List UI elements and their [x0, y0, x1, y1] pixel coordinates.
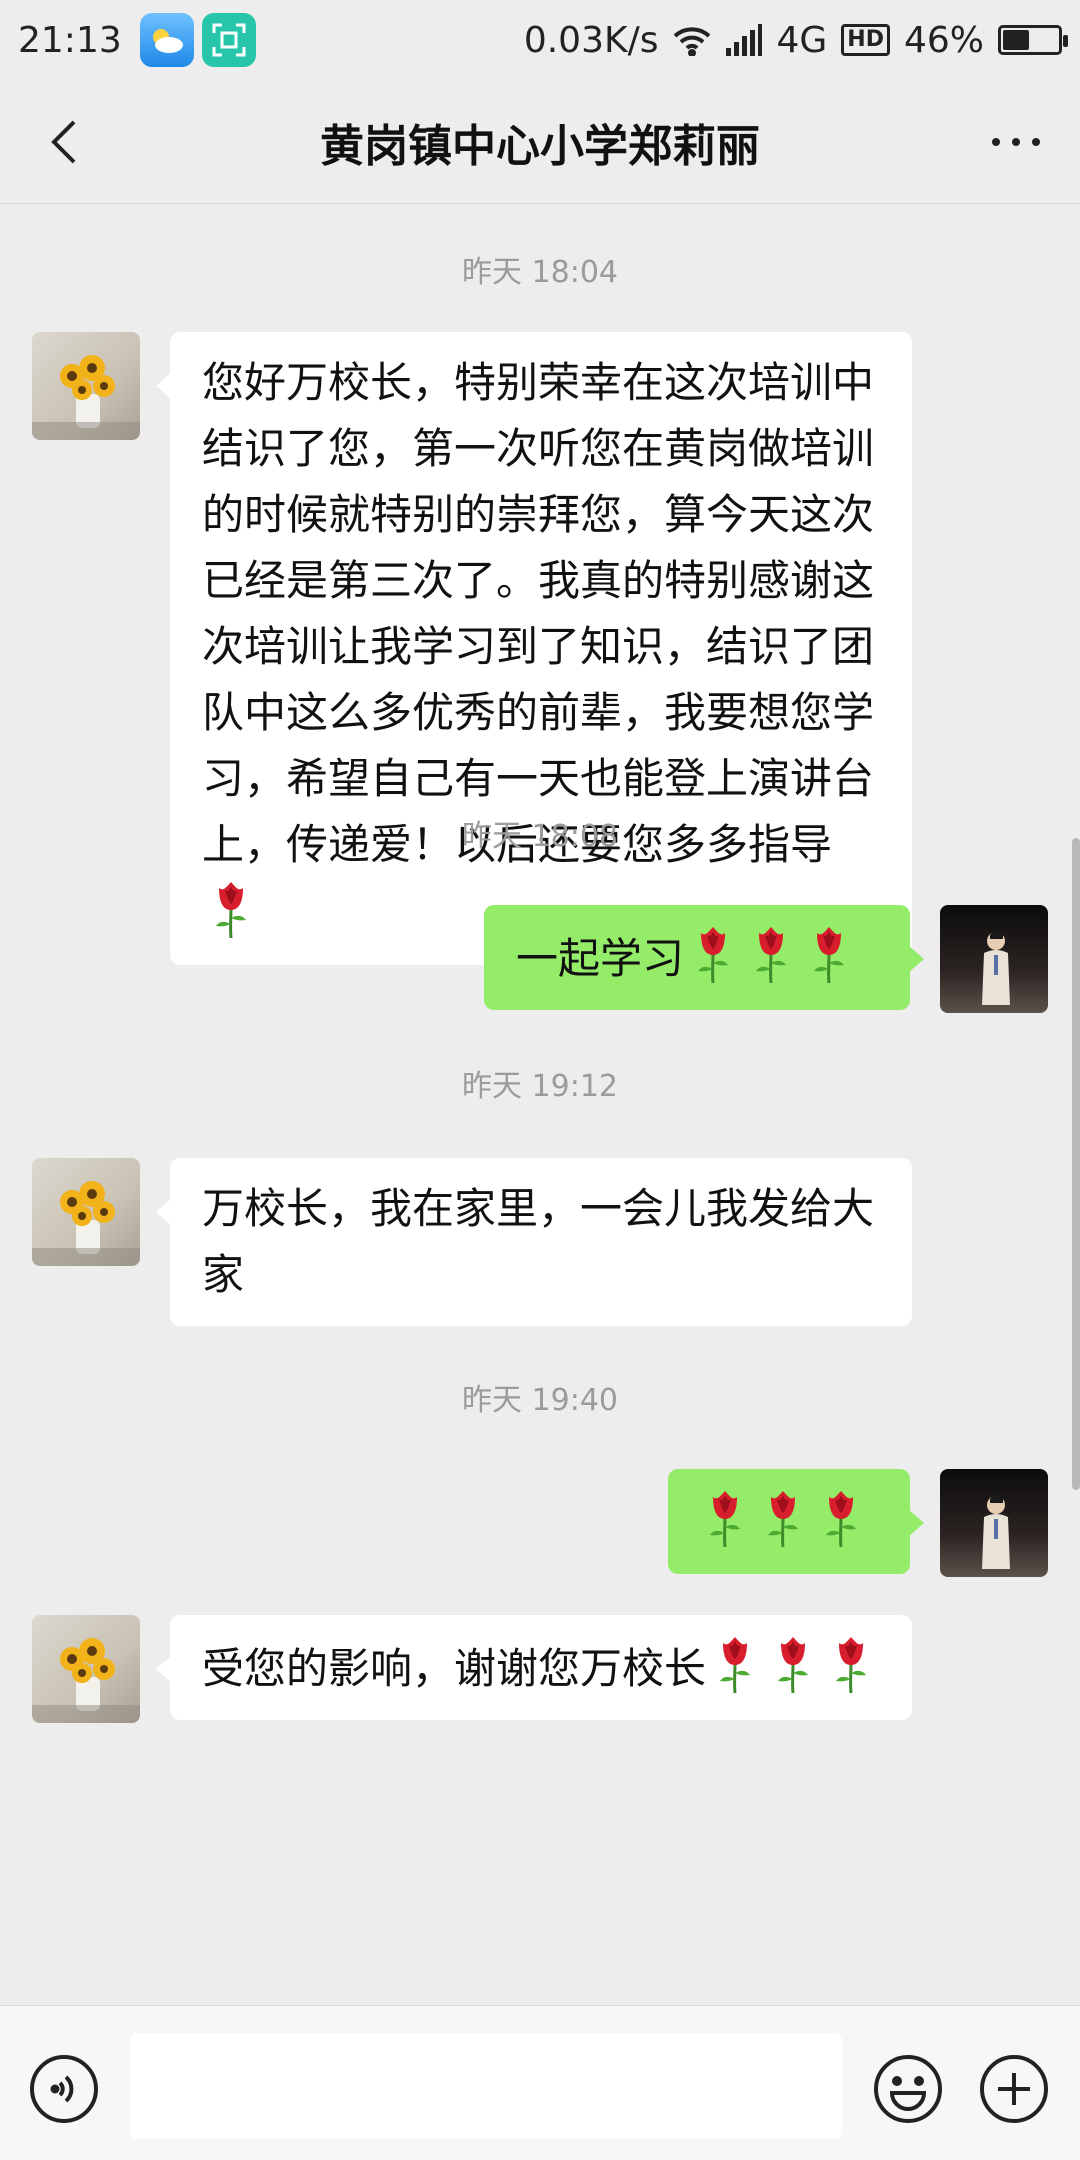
- rose-emoji-icon: [701, 1487, 749, 1549]
- scan-app-icon: [201, 13, 256, 67]
- rose-emoji-icon: [747, 923, 795, 985]
- received-message[interactable]: 您好万校长，特别荣幸在这次培训中结识了您，第一次听您在黄岗做培训的时候就特别的崇…: [156, 332, 912, 965]
- timestamp: 昨天 19:40: [462, 1383, 618, 1418]
- rose-emoji-icon: [689, 923, 737, 985]
- page-title: 黄岗镇中心小学郑莉丽: [320, 120, 760, 172]
- message-input[interactable]: [130, 2033, 842, 2139]
- my-avatar[interactable]: [940, 905, 1048, 1013]
- sent-message[interactable]: 一起学习: [484, 905, 924, 1010]
- chevron-left-icon: [51, 120, 76, 164]
- network-type: 4G: [776, 19, 828, 61]
- received-message[interactable]: 受您的影响，谢谢您万校长: [156, 1615, 912, 1720]
- signal-icon: [726, 24, 763, 56]
- more-button[interactable]: [982, 108, 1050, 176]
- message-text: 您好万校长，特别荣幸在这次培训中结识了您，第一次听您在黄岗做培训的时候就特别的崇…: [202, 358, 875, 869]
- rose-emoji-icon: [769, 1633, 817, 1695]
- rose-emoji-icon: [207, 878, 255, 940]
- contact-avatar[interactable]: [32, 1158, 140, 1266]
- sent-message[interactable]: [668, 1469, 924, 1574]
- rose-emoji-icon: [805, 923, 853, 985]
- input-bar: [0, 2005, 1080, 2160]
- received-message[interactable]: 万校长，我在家里，一会儿我发给大家: [156, 1158, 912, 1326]
- emoji-smile-icon: [874, 2055, 942, 2123]
- more-dots-icon: [992, 138, 1040, 146]
- contact-avatar[interactable]: [32, 332, 140, 440]
- more-actions-button[interactable]: [978, 2053, 1050, 2125]
- timestamp: 昨天 18:04: [462, 255, 618, 290]
- status-time: 21:13: [18, 19, 122, 61]
- wifi-icon: [674, 27, 711, 56]
- rose-emoji-icon: [817, 1487, 865, 1549]
- message-list[interactable]: 昨天 18:04 您好万校长，特别荣幸在这次培训中结识了您，第一次听您在黄岗做培…: [0, 205, 1080, 2005]
- timestamp: 昨天 18:08: [462, 819, 618, 854]
- voice-input-button[interactable]: [28, 2053, 100, 2125]
- plus-circle-icon: [980, 2055, 1048, 2123]
- my-avatar[interactable]: [940, 1469, 1048, 1577]
- emoji-button[interactable]: [872, 2053, 944, 2125]
- status-bar: 21:13 0.03K/s 4G HD 46%: [0, 0, 1080, 80]
- battery-percent: 46%: [903, 19, 984, 61]
- chat-header: 黄岗镇中心小学郑莉丽: [0, 80, 1080, 204]
- rose-emoji-icon: [827, 1633, 875, 1695]
- timestamp: 昨天 19:12: [462, 1069, 618, 1104]
- contact-avatar[interactable]: [32, 1615, 140, 1723]
- scrollbar[interactable]: [1072, 838, 1080, 1490]
- net-speed: 0.03K/s: [523, 19, 659, 61]
- message-text: 受您的影响，谢谢您万校长: [202, 1644, 707, 1693]
- rose-emoji-icon: [759, 1487, 807, 1549]
- message-text: 一起学习: [516, 934, 685, 983]
- weather-app-icon: [139, 13, 194, 67]
- back-button[interactable]: [30, 108, 98, 176]
- rose-emoji-icon: [711, 1633, 759, 1695]
- voice-icon: [30, 2055, 98, 2123]
- message-text: 万校长，我在家里，一会儿我发给大家: [202, 1184, 875, 1299]
- battery-icon: [998, 25, 1068, 55]
- hd-badge: HD: [841, 24, 890, 56]
